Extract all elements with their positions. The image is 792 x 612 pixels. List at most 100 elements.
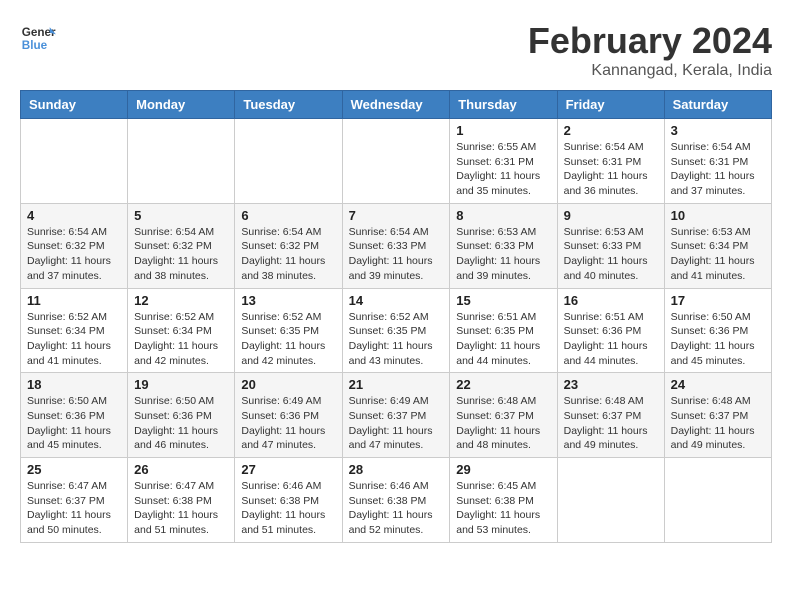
day-info: Sunrise: 6:48 AMSunset: 6:37 PMDaylight:… (564, 394, 658, 453)
day-info: Sunrise: 6:54 AMSunset: 6:31 PMDaylight:… (564, 140, 658, 199)
day-info: Sunrise: 6:50 AMSunset: 6:36 PMDaylight:… (671, 310, 765, 369)
week-row-4: 18 Sunrise: 6:50 AMSunset: 6:36 PMDayligh… (21, 373, 772, 458)
day-number: 2 (564, 123, 658, 138)
calendar: SundayMondayTuesdayWednesdayThursdayFrid… (20, 90, 772, 543)
day-info: Sunrise: 6:48 AMSunset: 6:37 PMDaylight:… (671, 394, 765, 453)
logo: General Blue (20, 20, 56, 56)
day-info: Sunrise: 6:55 AMSunset: 6:31 PMDaylight:… (456, 140, 550, 199)
day-cell: 8 Sunrise: 6:53 AMSunset: 6:33 PMDaylight… (450, 203, 557, 288)
day-number: 28 (349, 462, 444, 477)
day-cell: 18Sunrise: 6:50 AMSunset: 6:36 PMDayligh… (21, 373, 128, 458)
day-cell: 29 Sunrise: 6:45 AMSunset: 6:38 PMDayligh… (450, 458, 557, 543)
day-number: 26 (134, 462, 228, 477)
day-cell: 19 Sunrise: 6:50 AMSunset: 6:36 PMDayligh… (128, 373, 235, 458)
day-info: Sunrise: 6:49 AMSunset: 6:36 PMDaylight:… (241, 394, 335, 453)
day-info: Sunrise: 6:51 AMSunset: 6:36 PMDaylight:… (564, 310, 658, 369)
day-info: Sunrise: 6:54 AMSunset: 6:32 PMDaylight:… (27, 225, 121, 284)
day-info: Sunrise: 6:45 AMSunset: 6:38 PMDaylight:… (456, 479, 550, 538)
day-info: Sunrise: 6:46 AMSunset: 6:38 PMDaylight:… (241, 479, 335, 538)
day-number: 18 (27, 377, 121, 392)
day-cell: 4 Sunrise: 6:54 AMSunset: 6:32 PMDaylight… (21, 203, 128, 288)
day-number: 27 (241, 462, 335, 477)
weekday-saturday: Saturday (664, 91, 771, 119)
day-number: 17 (671, 293, 765, 308)
day-info: Sunrise: 6:52 AMSunset: 6:34 PMDaylight:… (134, 310, 228, 369)
day-cell: 21Sunrise: 6:49 AMSunset: 6:37 PMDayligh… (342, 373, 450, 458)
logo-icon: General Blue (20, 20, 56, 56)
day-info: Sunrise: 6:48 AMSunset: 6:37 PMDaylight:… (456, 394, 550, 453)
day-cell: 23 Sunrise: 6:48 AMSunset: 6:37 PMDayligh… (557, 373, 664, 458)
day-number: 15 (456, 293, 550, 308)
day-info: Sunrise: 6:53 AMSunset: 6:34 PMDaylight:… (671, 225, 765, 284)
week-row-2: 4 Sunrise: 6:54 AMSunset: 6:32 PMDaylight… (21, 203, 772, 288)
day-cell (342, 119, 450, 204)
day-info: Sunrise: 6:53 AMSunset: 6:33 PMDaylight:… (456, 225, 550, 284)
day-cell: 10 Sunrise: 6:53 AMSunset: 6:34 PMDayligh… (664, 203, 771, 288)
day-number: 23 (564, 377, 658, 392)
day-info: Sunrise: 6:47 AMSunset: 6:38 PMDaylight:… (134, 479, 228, 538)
day-cell: 27 Sunrise: 6:46 AMSunset: 6:38 PMDayligh… (235, 458, 342, 543)
day-cell: 22 Sunrise: 6:48 AMSunset: 6:37 PMDayligh… (450, 373, 557, 458)
day-cell: 26 Sunrise: 6:47 AMSunset: 6:38 PMDayligh… (128, 458, 235, 543)
day-info: Sunrise: 6:50 AMSunset: 6:36 PMDaylight:… (134, 394, 228, 453)
day-number: 14 (349, 293, 444, 308)
month-title: February 2024 (528, 20, 772, 62)
weekday-tuesday: Tuesday (235, 91, 342, 119)
day-number: 5 (134, 208, 228, 223)
day-cell: 28Sunrise: 6:46 AMSunset: 6:38 PMDayligh… (342, 458, 450, 543)
day-number: 1 (456, 123, 550, 138)
day-cell (235, 119, 342, 204)
day-cell (21, 119, 128, 204)
day-cell: 1 Sunrise: 6:55 AMSunset: 6:31 PMDaylight… (450, 119, 557, 204)
day-info: Sunrise: 6:54 AMSunset: 6:32 PMDaylight:… (241, 225, 335, 284)
day-cell: 25Sunrise: 6:47 AMSunset: 6:37 PMDayligh… (21, 458, 128, 543)
day-number: 19 (134, 377, 228, 392)
weekday-header: SundayMondayTuesdayWednesdayThursdayFrid… (21, 91, 772, 119)
day-cell: 12 Sunrise: 6:52 AMSunset: 6:34 PMDayligh… (128, 288, 235, 373)
location-title: Kannangad, Kerala, India (528, 62, 772, 80)
day-cell (128, 119, 235, 204)
day-info: Sunrise: 6:49 AMSunset: 6:37 PMDaylight:… (349, 394, 444, 453)
day-number: 29 (456, 462, 550, 477)
svg-text:Blue: Blue (22, 39, 48, 52)
day-info: Sunrise: 6:54 AMSunset: 6:31 PMDaylight:… (671, 140, 765, 199)
day-cell: 15 Sunrise: 6:51 AMSunset: 6:35 PMDayligh… (450, 288, 557, 373)
day-info: Sunrise: 6:47 AMSunset: 6:37 PMDaylight:… (27, 479, 121, 538)
day-number: 8 (456, 208, 550, 223)
header: General Blue February 2024 Kannangad, Ke… (20, 20, 772, 80)
day-cell (557, 458, 664, 543)
day-number: 6 (241, 208, 335, 223)
day-cell: 9 Sunrise: 6:53 AMSunset: 6:33 PMDaylight… (557, 203, 664, 288)
day-cell: 2 Sunrise: 6:54 AMSunset: 6:31 PMDaylight… (557, 119, 664, 204)
day-cell: 24 Sunrise: 6:48 AMSunset: 6:37 PMDayligh… (664, 373, 771, 458)
day-cell: 16 Sunrise: 6:51 AMSunset: 6:36 PMDayligh… (557, 288, 664, 373)
day-cell: 5 Sunrise: 6:54 AMSunset: 6:32 PMDaylight… (128, 203, 235, 288)
day-number: 10 (671, 208, 765, 223)
calendar-body: 1 Sunrise: 6:55 AMSunset: 6:31 PMDaylight… (21, 119, 772, 543)
day-number: 13 (241, 293, 335, 308)
day-number: 9 (564, 208, 658, 223)
weekday-wednesday: Wednesday (342, 91, 450, 119)
day-info: Sunrise: 6:51 AMSunset: 6:35 PMDaylight:… (456, 310, 550, 369)
day-cell: 3Sunrise: 6:54 AMSunset: 6:31 PMDaylight… (664, 119, 771, 204)
day-cell: 6 Sunrise: 6:54 AMSunset: 6:32 PMDaylight… (235, 203, 342, 288)
title-area: February 2024 Kannangad, Kerala, India (528, 20, 772, 80)
day-cell: 13 Sunrise: 6:52 AMSunset: 6:35 PMDayligh… (235, 288, 342, 373)
day-number: 16 (564, 293, 658, 308)
weekday-friday: Friday (557, 91, 664, 119)
day-number: 22 (456, 377, 550, 392)
day-cell: 11Sunrise: 6:52 AMSunset: 6:34 PMDayligh… (21, 288, 128, 373)
weekday-monday: Monday (128, 91, 235, 119)
weekday-thursday: Thursday (450, 91, 557, 119)
day-cell: 14Sunrise: 6:52 AMSunset: 6:35 PMDayligh… (342, 288, 450, 373)
day-cell: 20 Sunrise: 6:49 AMSunset: 6:36 PMDayligh… (235, 373, 342, 458)
day-info: Sunrise: 6:54 AMSunset: 6:32 PMDaylight:… (134, 225, 228, 284)
day-info: Sunrise: 6:52 AMSunset: 6:35 PMDaylight:… (241, 310, 335, 369)
day-cell: 7Sunrise: 6:54 AMSunset: 6:33 PMDaylight… (342, 203, 450, 288)
day-number: 12 (134, 293, 228, 308)
day-info: Sunrise: 6:53 AMSunset: 6:33 PMDaylight:… (564, 225, 658, 284)
day-number: 4 (27, 208, 121, 223)
day-cell: 17 Sunrise: 6:50 AMSunset: 6:36 PMDayligh… (664, 288, 771, 373)
day-number: 20 (241, 377, 335, 392)
day-number: 24 (671, 377, 765, 392)
